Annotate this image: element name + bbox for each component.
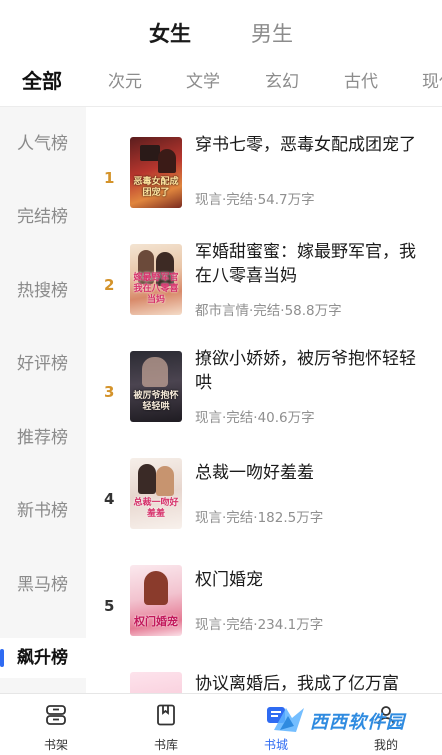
site-watermark: 西西软件园 [262, 700, 432, 742]
gender-tab-bar: 女生 男生 [0, 0, 442, 62]
watermark-logo-icon [274, 708, 304, 732]
tab-male[interactable]: 男生 [251, 18, 293, 48]
tab-category-ciyuan[interactable]: 次元 [108, 67, 142, 92]
sidebar-item-completed[interactable]: 完结榜 [0, 197, 86, 237]
book-icon [157, 704, 175, 726]
cover-title: 嫁最野军官我在八零喜当妈 [133, 273, 179, 305]
book-meta: 现言·完结·40.6万字 [195, 410, 315, 426]
sidebar-item-label: 飙升榜 [17, 648, 68, 668]
cover-title: 被厉爷抱怀轻轻哄 [133, 391, 179, 412]
tab-category-literature[interactable]: 文学 [186, 67, 220, 92]
rank-number: 3 [104, 383, 115, 401]
list-item[interactable]: 4 总裁一吻好羞羞 总裁一吻好羞羞 现言·完结·182.5万字 [86, 428, 442, 535]
list-item[interactable]: 3 被厉爷抱怀轻轻哄 撩欲小娇娇，被厉爷抱怀轻轻哄 现言·完结·40.6万字 [86, 321, 442, 428]
book-cover[interactable]: 恶毒女配成团宠了 [130, 137, 182, 208]
sidebar-item-dark-horse[interactable]: 黑马榜 [0, 565, 86, 605]
book-title: 军婚甜蜜蜜：嫁最野军官，我在八零喜当妈 [195, 242, 416, 286]
list-item[interactable]: 1 恶毒女配成团宠了 穿书七零，恶毒女配成团宠了 现言·完结·54.7万字 [86, 107, 442, 214]
rank-number: 2 [104, 276, 115, 294]
rank-number: 1 [104, 169, 115, 187]
bookshelf-icon [46, 705, 66, 725]
book-title: 总裁一吻好羞羞 [195, 463, 314, 483]
book-meta: 现言·完结·234.1万字 [195, 617, 324, 633]
sidebar-item-new-books[interactable]: 新书榜 [0, 491, 86, 531]
nav-library[interactable]: 书库 [126, 694, 206, 755]
tab-category-fantasy[interactable]: 玄幻 [265, 67, 299, 92]
sidebar-item-rising[interactable]: 飙升榜 [0, 638, 86, 678]
tab-category-all[interactable]: 全部 [22, 65, 62, 94]
book-meta: 现言·完结·54.7万字 [195, 192, 315, 208]
list-item[interactable]: 5 权门婚宠 权门婚宠 现言·完结·234.1万字 [86, 535, 442, 642]
book-cover[interactable]: 嫁最野军官我在八零喜当妈 [130, 244, 182, 315]
rank-number: 5 [104, 597, 115, 615]
book-title: 协议离婚后，我成了亿万富 [195, 674, 399, 693]
cover-title: 恶毒女配成团宠了 [133, 177, 179, 198]
book-ranking-list: 1 恶毒女配成团宠了 穿书七零，恶毒女配成团宠了 现言·完结·54.7万字 2 … [86, 107, 442, 693]
book-cover[interactable] [130, 672, 182, 693]
tab-female[interactable]: 女生 [149, 18, 191, 48]
active-indicator [0, 649, 4, 667]
nav-label: 书库 [153, 738, 178, 752]
cover-title: 总裁一吻好羞羞 [133, 498, 179, 519]
nav-bookshelf[interactable]: 书架 [16, 694, 96, 755]
book-meta: 都市言情·完结·58.8万字 [195, 303, 342, 319]
watermark-text: 西西软件园 [310, 712, 405, 733]
ranking-sidebar: 人气榜 完结榜 热搜榜 好评榜 推荐榜 新书榜 黑马榜 飙升榜 [0, 107, 86, 693]
sidebar-item-recommended[interactable]: 推荐榜 [0, 418, 86, 458]
rank-number: 4 [104, 490, 115, 508]
category-tab-bar: 全部 次元 文学 玄幻 古代 现代 [0, 62, 442, 106]
sidebar-item-top-rated[interactable]: 好评榜 [0, 344, 86, 384]
book-cover[interactable]: 被厉爷抱怀轻轻哄 [130, 351, 182, 422]
list-item[interactable]: 协议离婚后，我成了亿万富 [86, 642, 442, 693]
tab-category-ancient[interactable]: 古代 [344, 67, 378, 92]
list-item[interactable]: 2 嫁最野军官我在八零喜当妈 军婚甜蜜蜜：嫁最野军官，我在八零喜当妈 都市言情·… [86, 214, 442, 321]
cover-title: 权门婚宠 [134, 615, 178, 628]
book-title: 撩欲小娇娇，被厉爷抱怀轻轻哄 [195, 349, 416, 393]
nav-label: 书架 [43, 738, 68, 752]
book-cover[interactable]: 总裁一吻好羞羞 [130, 458, 182, 529]
tab-category-modern[interactable]: 现代 [422, 67, 442, 92]
book-meta: 现言·完结·182.5万字 [195, 510, 324, 526]
book-title: 权门婚宠 [195, 570, 263, 590]
book-title: 穿书七零，恶毒女配成团宠了 [195, 135, 416, 155]
book-cover[interactable]: 权门婚宠 [130, 565, 182, 636]
sidebar-item-hot-search[interactable]: 热搜榜 [0, 271, 86, 311]
sidebar-item-popular[interactable]: 人气榜 [0, 124, 86, 164]
